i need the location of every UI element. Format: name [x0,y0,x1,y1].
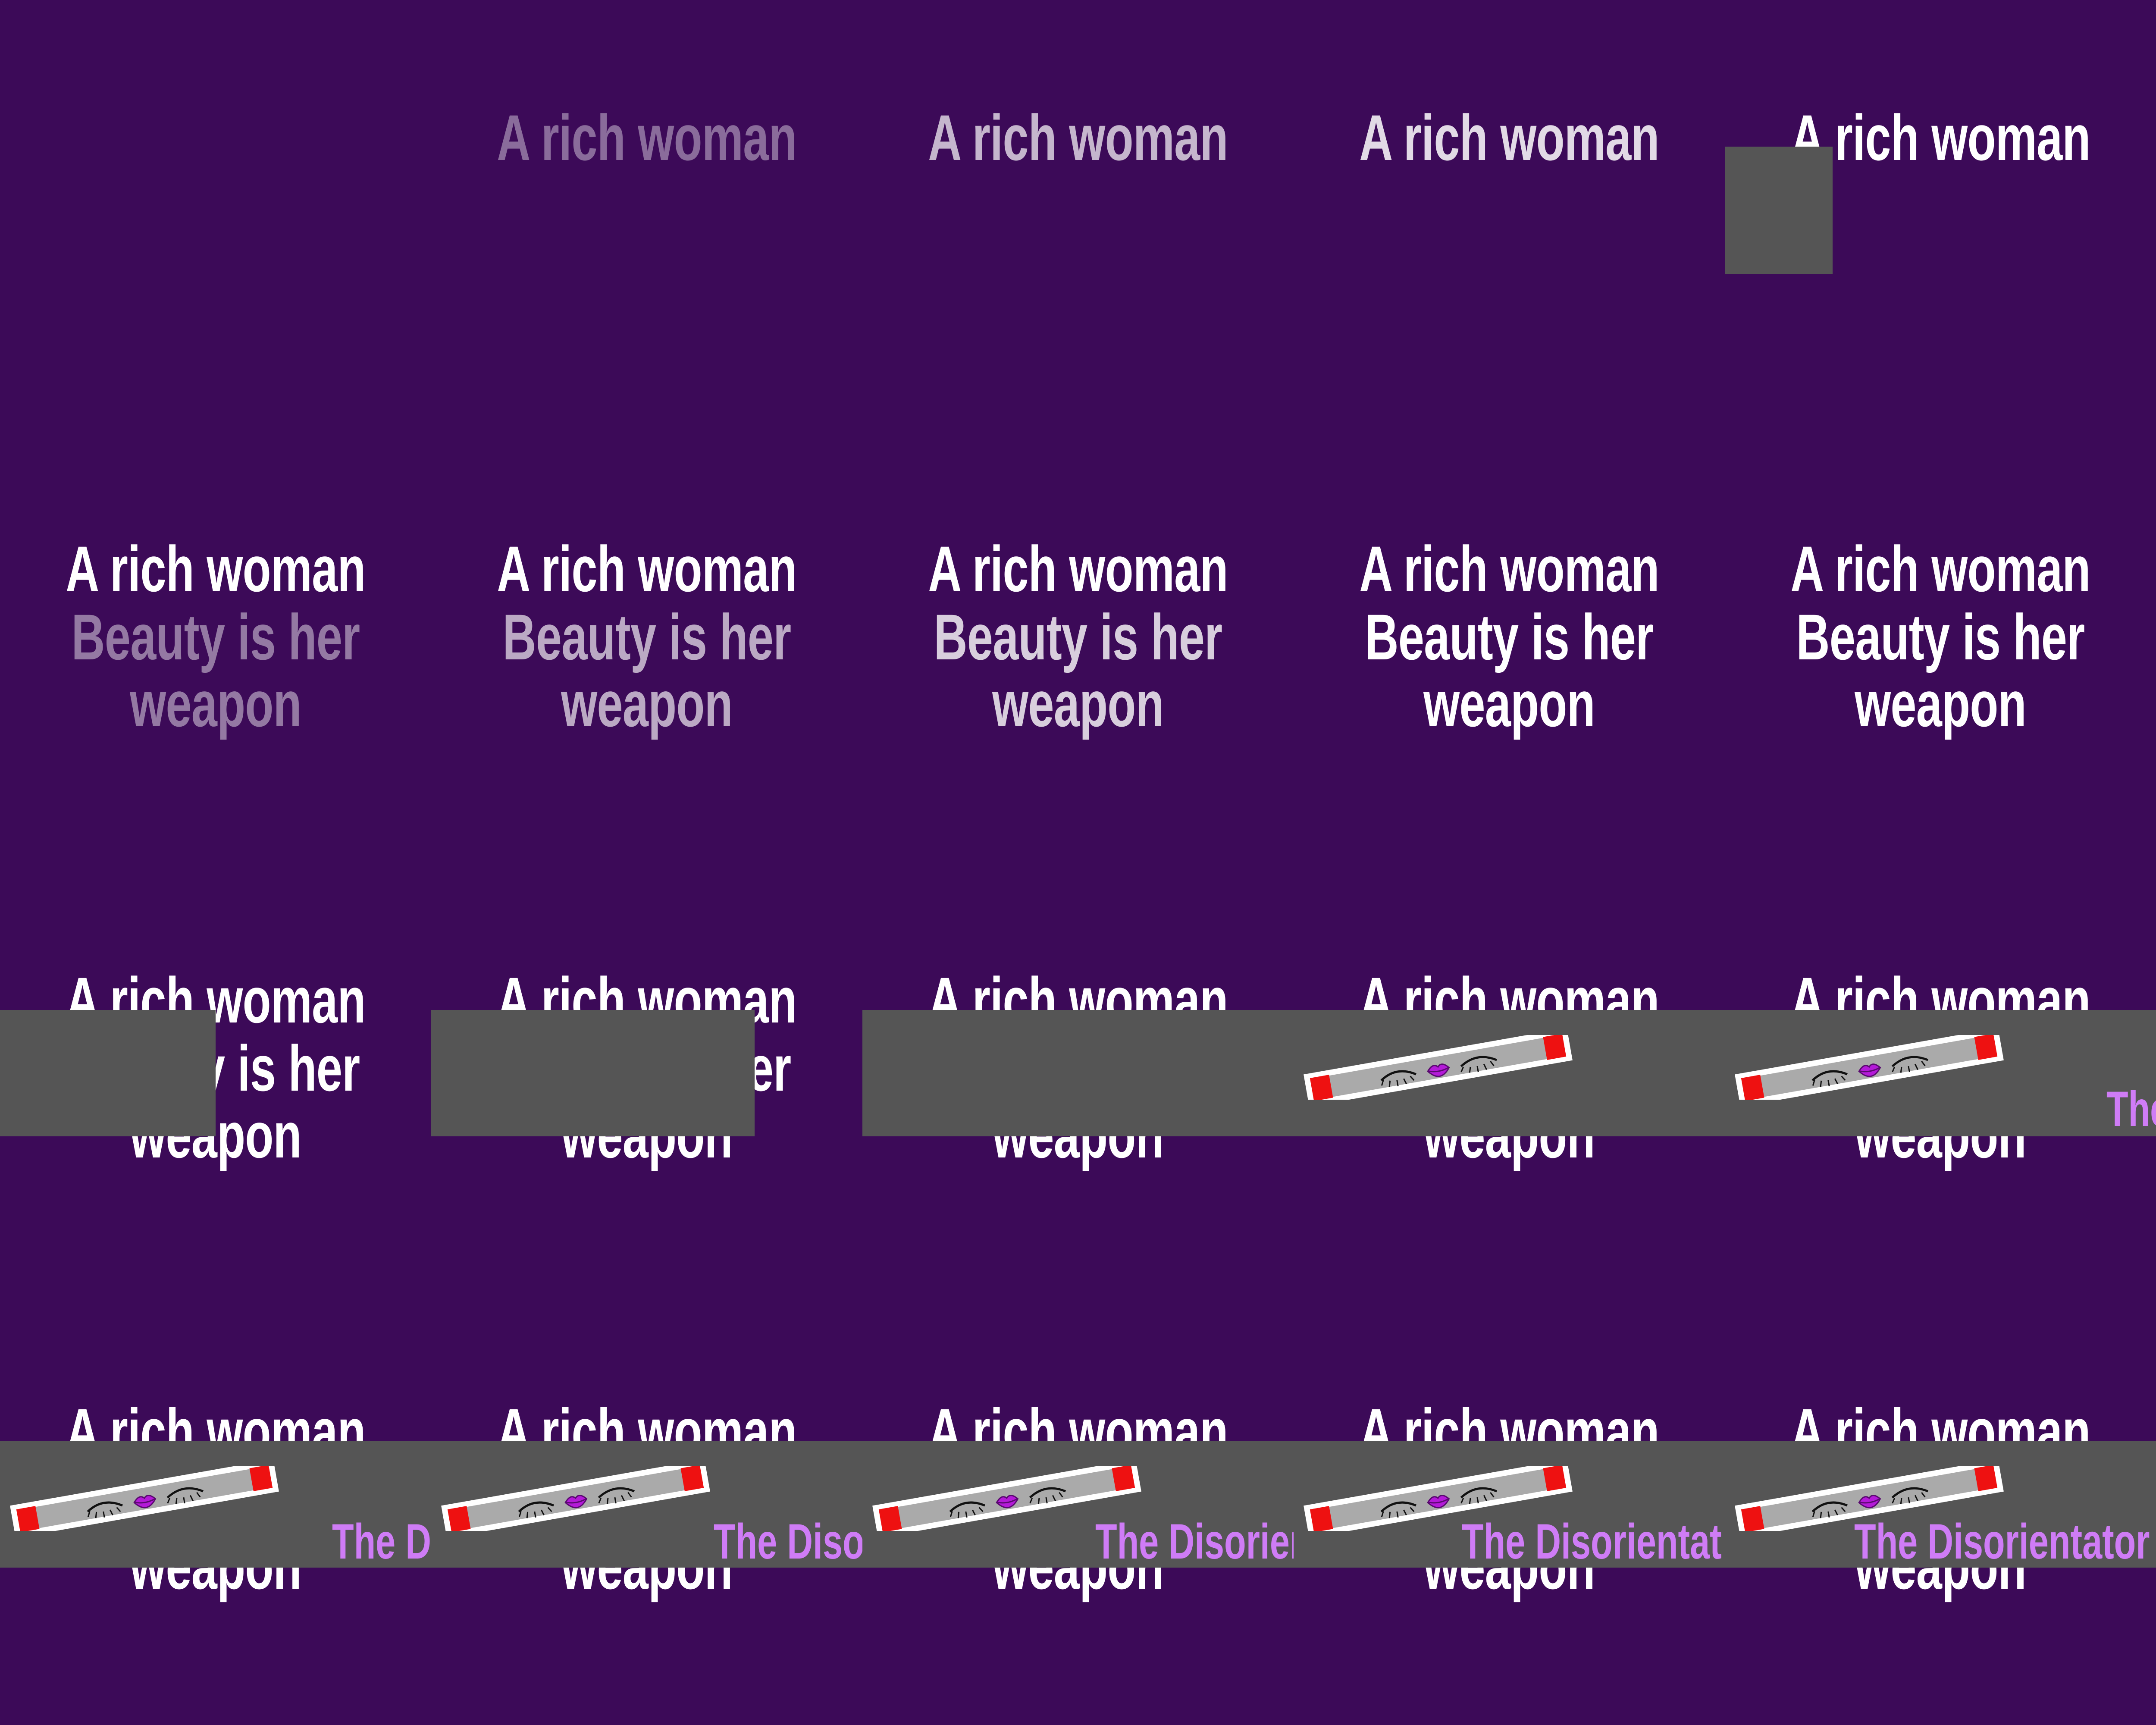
frame-1: A rich womanBeauty is herweapon [0,0,431,431]
frame-13: A rich womanBeauty is herweapon [862,862,1294,1294]
subline-text-2: weapon [130,668,301,740]
brand-text: The Disorientat [1462,1514,1722,1569]
frame-7: A rich woman Beauty is her weapon [431,431,862,862]
brand-text: The Disorien [1095,1514,1294,1569]
brand-text: The Disor [714,1514,862,1569]
frame-19: A rich womanBeauty is herweaponThe Disor… [1294,1294,1725,1725]
frame-8: A rich woman Beauty is her weapon [862,431,1294,862]
frame-15: A rich womanBeauty is herweaponThe [1725,862,2156,1294]
headline-text: A rich woman [1359,101,1659,174]
subline-text: Beauty is her [1365,601,1654,673]
frame-17: A rich womanBeauty is herweaponThe Disor [431,1294,862,1725]
lipstick-logo-icon [10,1466,279,1531]
frame-14: A rich womanBeauty is herweapon [1294,862,1725,1294]
frame-16: A rich womanBeauty is herweaponThe Di [0,1294,431,1725]
brand-text: The Di [332,1514,431,1569]
headline-text: A rich woman [1359,533,1659,605]
frame-2: A rich womanBeauty is herweapon [431,0,862,431]
frame-9: A rich woman Beauty is her weapon [1294,431,1725,862]
wipe-bar [431,1010,755,1136]
wipe-bar [0,1010,216,1136]
headline-text: A rich woman [497,101,797,174]
lipstick-logo-icon [1735,1035,2004,1100]
frame-18: A rich womanBeauty is herweaponThe Disor… [862,1294,1294,1725]
frame-11: A rich womanBeauty is herweapon [0,862,431,1294]
headline-text: A rich woman [497,533,797,605]
subline-text: Beauty is her [934,601,1223,673]
headline-text: A rich woman [66,533,366,605]
frame-4: A rich womanBeauty is herweapon [1294,0,1725,431]
wipe-bar [1725,147,1833,274]
subline-text-2: weapon [992,668,1164,740]
subline-text: Beauty is her [71,601,360,673]
lipstick-logo-icon [441,1466,710,1531]
headline-text: A rich woman [1790,533,2090,605]
lipstick-logo-icon [1304,1035,1573,1100]
brand-text: The Disorientator [1854,1514,2150,1569]
subline-text-2: weapon [1423,668,1595,740]
frame-20: A rich womanBeauty is herweaponThe Disor… [1725,1294,2156,1725]
frame-12: A rich womanBeauty is herweapon [431,862,862,1294]
wipe-bar [862,1010,1294,1136]
frame-3: A rich womanBeauty is herweapon [862,0,1294,431]
brand-text: The [2106,1082,2156,1137]
headline-text: A rich woman [928,101,1228,174]
headline-text: A rich woman [928,533,1228,605]
frame-10: A rich woman Beauty is her weapon [1725,431,2156,862]
subline-text: Beauty is her [502,601,792,673]
frame-5: A rich womanBeauty is herweapon [1725,0,2156,431]
subline-text-2: weapon [1855,668,2026,740]
frame-sheet: A rich womanBeauty is herweaponA rich wo… [0,0,2156,1725]
subline-text: Beauty is her [1796,601,2085,673]
frame-6: A rich woman Beauty is her weapon [0,431,431,862]
subline-text-2: weapon [561,668,733,740]
